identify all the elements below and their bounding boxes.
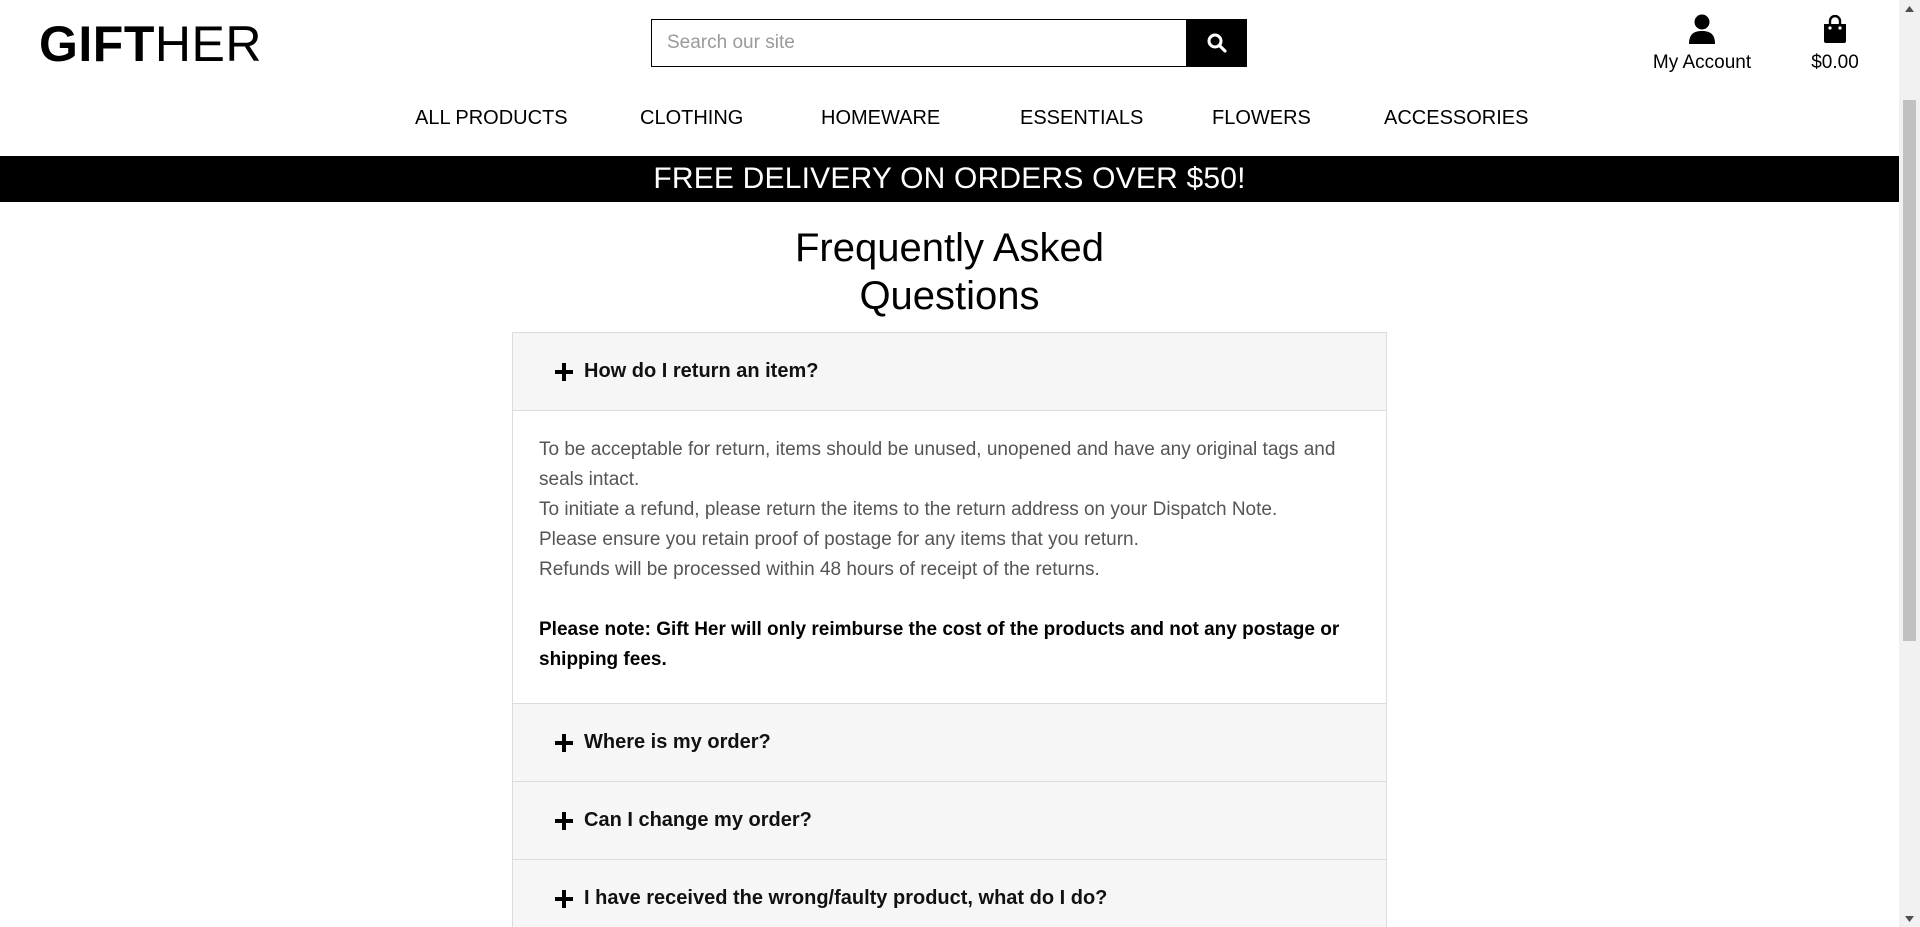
- my-account-link[interactable]: My Account: [1640, 12, 1764, 74]
- search-form: [651, 19, 1247, 67]
- scrollbar-thumb[interactable]: [1903, 100, 1916, 641]
- page-title-line1: Frequently Asked: [794, 226, 1105, 270]
- search-input[interactable]: [651, 19, 1186, 67]
- faq-answer-line: Please ensure you retain proof of postag…: [539, 529, 1139, 550]
- faq-question-where-order[interactable]: Where is my order?: [513, 704, 1386, 782]
- search-icon: [1207, 33, 1227, 53]
- faq-accordion: How do I return an item? To be acceptabl…: [512, 332, 1387, 927]
- shopping-bag-icon: [1824, 15, 1846, 43]
- scroll-down-arrow-icon[interactable]: [1899, 910, 1920, 927]
- logo-light-text: HER: [154, 16, 262, 72]
- faq-answer-line: To initiate a refund, please return the …: [539, 499, 1278, 520]
- my-account-label: My Account: [1652, 52, 1752, 73]
- faq-question-text: Can I change my order?: [584, 809, 812, 831]
- faq-question-text: I have received the wrong/faulty product…: [584, 887, 1108, 909]
- plus-icon: [555, 733, 573, 752]
- cart-total: $0.00: [1811, 52, 1859, 73]
- faq-question-text: Where is my order?: [584, 731, 771, 753]
- faq-question-text: How do I return an item?: [584, 360, 819, 382]
- faq-answer-note: Please note: Gift Her will only reimburs…: [539, 619, 1340, 670]
- faq-question-change-order[interactable]: Can I change my order?: [513, 782, 1386, 860]
- site-logo[interactable]: GIFTHER: [39, 14, 262, 74]
- page: GIFTHER My Account: [0, 0, 1899, 927]
- page-title: Frequently Asked Questions: [0, 224, 1899, 320]
- faq-question-wrong-product[interactable]: I have received the wrong/faulty product…: [513, 860, 1386, 927]
- cart-link[interactable]: $0.00: [1800, 12, 1870, 74]
- nav-flowers[interactable]: FLOWERS: [1212, 106, 1311, 130]
- free-delivery-banner: FREE DELIVERY ON ORDERS OVER $50!: [0, 156, 1899, 202]
- faq-answer-line: To be acceptable for return, items shoul…: [539, 439, 1336, 490]
- plus-icon: [555, 811, 573, 830]
- user-icon: [1689, 14, 1715, 44]
- faq-answer-line: Refunds will be processed within 48 hour…: [539, 559, 1100, 580]
- nav-essentials[interactable]: ESSENTIALS: [1020, 106, 1143, 130]
- logo-bold-text: GIFT: [39, 16, 155, 72]
- scroll-up-arrow-icon[interactable]: [1899, 0, 1920, 17]
- nav-all-products[interactable]: ALL PRODUCTS: [415, 106, 568, 130]
- vertical-scrollbar[interactable]: [1899, 0, 1920, 927]
- plus-icon: [555, 889, 573, 908]
- plus-icon: [555, 362, 573, 381]
- faq-answer-return: To be acceptable for return, items shoul…: [513, 411, 1386, 704]
- site-header: GIFTHER My Account: [0, 0, 1899, 156]
- nav-clothing[interactable]: CLOTHING: [640, 106, 743, 130]
- faq-question-return[interactable]: How do I return an item?: [513, 333, 1386, 411]
- nav-homeware[interactable]: HOMEWARE: [821, 106, 940, 130]
- main-nav: ALL PRODUCTS CLOTHING HOMEWARE ESSENTIAL…: [0, 106, 1899, 134]
- page-title-line2: Questions: [859, 274, 1040, 318]
- search-button[interactable]: [1186, 19, 1247, 67]
- nav-accessories[interactable]: ACCESSORIES: [1384, 106, 1528, 130]
